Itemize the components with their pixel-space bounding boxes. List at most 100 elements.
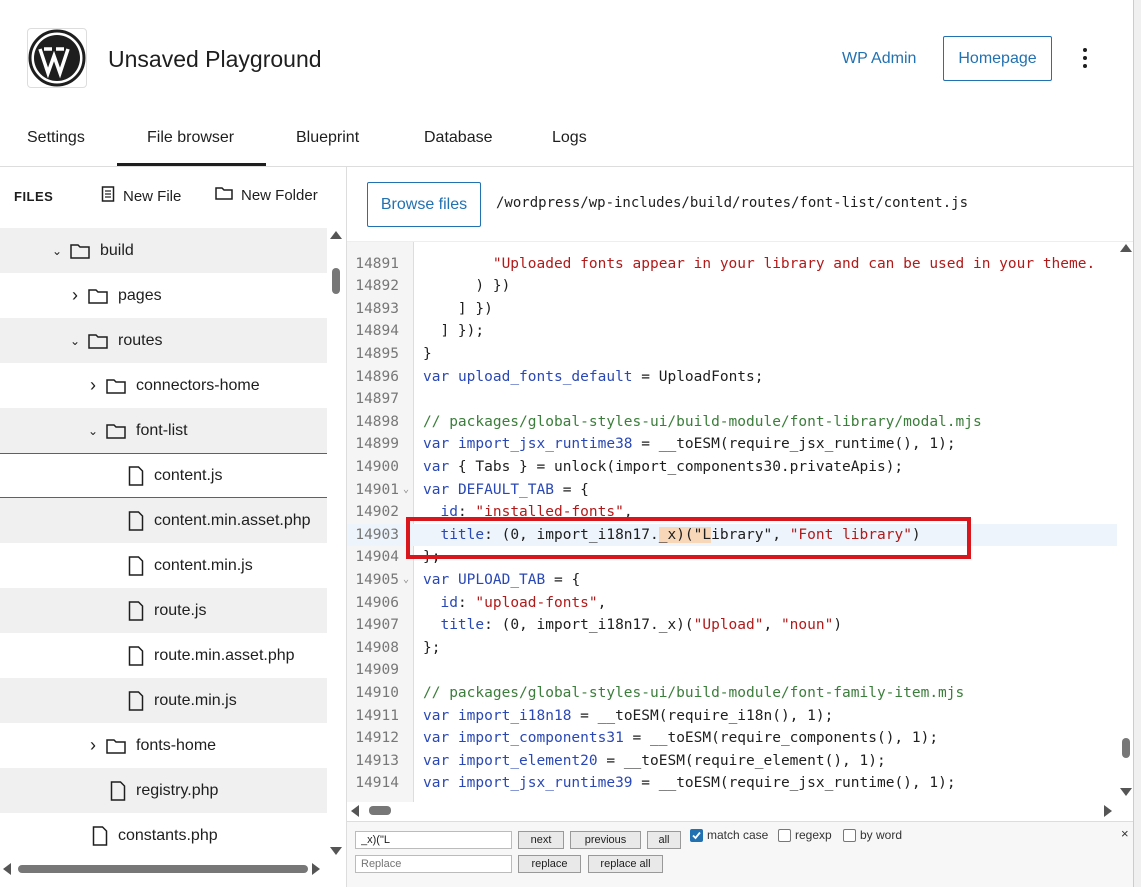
match-case-label: match case — [707, 828, 769, 842]
tree-file-item[interactable]: route.min.js — [0, 678, 327, 723]
checkbox-icon[interactable] — [778, 828, 791, 842]
app-header: Unsaved Playground WP Admin Homepage — [0, 0, 1133, 112]
chevron-right-icon[interactable]: › — [86, 375, 100, 396]
tab-settings[interactable]: Settings — [27, 129, 85, 147]
next-button[interactable]: next — [518, 831, 564, 849]
tree-folder-item[interactable]: › pages — [0, 273, 327, 318]
code-line: 14913 var import_element20 = __toESM(requ… — [347, 750, 1117, 773]
fold-chevron-icon[interactable]: ⌄ — [403, 569, 409, 592]
tree-folder-item[interactable]: › fonts-home — [0, 723, 327, 768]
sidebar-vertical-scrollbar[interactable] — [329, 228, 343, 858]
tree-file-item[interactable]: registry.php — [0, 768, 327, 813]
replace-input[interactable] — [355, 855, 512, 873]
code-line: 14894 ] }); — [347, 320, 1117, 343]
code-line: 14895} — [347, 343, 1117, 366]
tree-file-item[interactable]: constants.php — [0, 813, 327, 858]
line-number: 14903 — [355, 526, 399, 543]
tree-file-item[interactable]: content.js — [0, 453, 327, 498]
line-number: 14904 — [355, 549, 399, 566]
code-text: "Uploaded fonts appear in your library a… — [492, 255, 1096, 272]
code-text: var import_jsx_runtime39 = __toESM(requi… — [423, 775, 956, 792]
tab-database[interactable]: Database — [424, 129, 493, 147]
code-line: 14900 var { Tabs } = unlock(import_compon… — [347, 456, 1117, 479]
replace-button[interactable]: replace — [518, 855, 581, 873]
files-label: FILES — [14, 189, 54, 204]
chevron-down-icon[interactable]: ⌄ — [50, 244, 64, 258]
tree-item-label: content.js — [154, 466, 223, 484]
editor-path-bar: Browse files /wordpress/wp-includes/buil… — [347, 167, 1133, 241]
code-line: 14901 ⌄ var DEFAULT_TAB = { — [347, 479, 1117, 502]
code-text: var import_element20 = __toESM(require_e… — [423, 752, 886, 769]
browse-files-button[interactable]: Browse files — [367, 182, 481, 227]
new-folder-button[interactable]: New Folder — [215, 186, 318, 204]
line-number: 14913 — [355, 752, 399, 769]
folder-icon — [106, 378, 126, 394]
homepage-button[interactable]: Homepage — [943, 36, 1052, 81]
code-text: ] }) — [423, 300, 493, 317]
regexp-option[interactable]: regexp — [778, 828, 832, 842]
chevron-right-icon[interactable]: › — [86, 735, 100, 756]
editor-vertical-scrollbar[interactable] — [1118, 241, 1133, 801]
tree-folder-item[interactable]: ⌄ routes — [0, 318, 327, 363]
tree-item-label: fonts-home — [136, 736, 217, 754]
folder-icon — [215, 186, 233, 204]
line-number: 14899 — [355, 436, 399, 453]
document-icon — [101, 186, 115, 206]
chevron-right-icon[interactable]: › — [68, 285, 82, 306]
file-tree: ⌄ build › pages ⌄ routes › connectors-home ⌄ font… — [0, 228, 327, 858]
new-file-button[interactable]: New File — [101, 186, 181, 206]
tree-file-item[interactable]: content.min.js — [0, 543, 327, 588]
file-icon — [128, 510, 144, 531]
code-text: ] }); — [423, 323, 485, 340]
tab-logs[interactable]: Logs — [552, 129, 587, 147]
checkbox-icon[interactable] — [843, 828, 856, 842]
tree-folder-item[interactable]: › connectors-home — [0, 363, 327, 408]
previous-button[interactable]: previous — [570, 831, 641, 849]
tab-file-browser[interactable]: File browser — [147, 129, 234, 147]
by-word-option[interactable]: by word — [843, 828, 902, 842]
replace-all-button[interactable]: replace all — [588, 855, 663, 873]
code-text: var UPLOAD_TAB = { — [423, 571, 581, 588]
line-number: 14892 — [355, 278, 399, 295]
all-button[interactable]: all — [647, 831, 681, 849]
code-text: } — [423, 345, 432, 362]
tree-item-label: connectors-home — [136, 376, 260, 394]
editor-horizontal-scrollbar[interactable] — [347, 801, 1119, 821]
code-line: 14911 var import_i18n18 = __toESM(require… — [347, 705, 1117, 728]
tree-file-item[interactable]: route.min.asset.php — [0, 633, 327, 678]
code-text: id: "upload-fonts", — [440, 594, 607, 611]
line-number: 14897 — [355, 391, 399, 408]
tree-folder-item[interactable]: ⌄ font-list — [0, 408, 327, 453]
more-options-icon[interactable] — [1075, 44, 1095, 72]
line-number: 14907 — [355, 617, 399, 634]
match-case-option[interactable]: match case — [690, 828, 768, 842]
checkbox-checked-icon[interactable] — [690, 828, 703, 842]
code-line: 14896 var upload_fonts_default = UploadFo… — [347, 366, 1117, 389]
tree-item-label: routes — [118, 331, 163, 349]
line-number: 14894 — [355, 323, 399, 340]
file-icon — [128, 645, 144, 666]
chevron-down-icon[interactable]: ⌄ — [68, 334, 82, 348]
page-scrollbar[interactable] — [1133, 0, 1141, 887]
file-sidebar: FILES New File New Folder ⌄ build › pages ⌄ r… — [0, 167, 347, 887]
wp-admin-link[interactable]: WP Admin — [842, 50, 916, 68]
tab-blueprint[interactable]: Blueprint — [296, 129, 359, 147]
tree-item-label: content.min.js — [154, 556, 253, 574]
folder-icon — [106, 423, 126, 439]
line-number: 14896 — [355, 368, 399, 385]
sidebar-horizontal-scrollbar[interactable] — [0, 861, 347, 877]
code-line: 14909 — [347, 659, 1117, 682]
tree-folder-item[interactable]: ⌄ build — [0, 228, 327, 273]
line-number: 14912 — [355, 730, 399, 747]
chevron-down-icon[interactable]: ⌄ — [86, 424, 100, 438]
code-text: var { Tabs } = unlock(import_components3… — [423, 458, 904, 475]
tree-file-item[interactable]: content.min.asset.php — [0, 498, 327, 543]
active-tab-indicator — [117, 163, 266, 166]
fold-chevron-icon[interactable]: ⌄ — [403, 479, 409, 502]
search-input[interactable] — [355, 831, 512, 849]
file-icon — [110, 780, 126, 801]
code-line: 14910 // packages/global-styles-ui/build-… — [347, 682, 1117, 705]
code-text: var import_components31 = __toESM(requir… — [423, 730, 939, 747]
close-icon[interactable]: × — [1121, 826, 1129, 841]
tree-file-item[interactable]: route.js — [0, 588, 327, 633]
